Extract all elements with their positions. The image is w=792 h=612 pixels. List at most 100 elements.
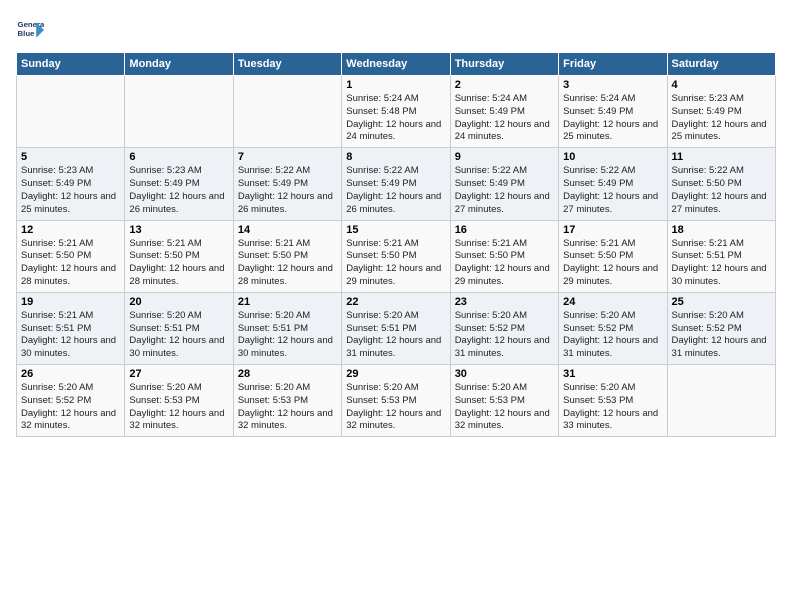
- day-info: Sunrise: 5:20 AM Sunset: 5:51 PM Dayligh…: [238, 310, 337, 361]
- day-number: 14: [238, 224, 337, 236]
- calendar-cell: [233, 76, 341, 148]
- calendar-cell: 5 Sunrise: 5:23 AM Sunset: 5:49 PM Daylig…: [17, 148, 125, 220]
- header-cell-tuesday: Tuesday: [233, 53, 341, 76]
- day-info: Sunrise: 5:21 AM Sunset: 5:51 PM Dayligh…: [21, 310, 120, 361]
- day-number: 13: [129, 224, 228, 236]
- day-info: Sunrise: 5:22 AM Sunset: 5:50 PM Dayligh…: [672, 165, 771, 216]
- day-number: 9: [455, 151, 554, 163]
- day-number: 17: [563, 224, 662, 236]
- day-info: Sunrise: 5:20 AM Sunset: 5:51 PM Dayligh…: [346, 310, 445, 361]
- day-info: Sunrise: 5:21 AM Sunset: 5:50 PM Dayligh…: [346, 238, 445, 289]
- calendar-cell: 15 Sunrise: 5:21 AM Sunset: 5:50 PM Dayli…: [342, 220, 450, 292]
- calendar-cell: 14 Sunrise: 5:21 AM Sunset: 5:50 PM Dayli…: [233, 220, 341, 292]
- day-info: Sunrise: 5:21 AM Sunset: 5:50 PM Dayligh…: [455, 238, 554, 289]
- day-number: 1: [346, 79, 445, 91]
- day-info: Sunrise: 5:21 AM Sunset: 5:50 PM Dayligh…: [129, 238, 228, 289]
- calendar-header-row: SundayMondayTuesdayWednesdayThursdayFrid…: [17, 53, 776, 76]
- calendar-week-row: 1 Sunrise: 5:24 AM Sunset: 5:48 PM Daylig…: [17, 76, 776, 148]
- day-info: Sunrise: 5:22 AM Sunset: 5:49 PM Dayligh…: [455, 165, 554, 216]
- calendar-week-row: 26Sunrise: 5:20 AM Sunset: 5:52 PM Dayli…: [17, 365, 776, 437]
- calendar-cell: 22 Sunrise: 5:20 AM Sunset: 5:51 PM Dayli…: [342, 292, 450, 364]
- day-number: 11: [672, 151, 771, 163]
- calendar-cell: 11 Sunrise: 5:22 AM Sunset: 5:50 PM Dayli…: [667, 148, 775, 220]
- day-info: Sunrise: 5:20 AM Sunset: 5:53 PM Dayligh…: [238, 382, 337, 433]
- calendar-cell: 7 Sunrise: 5:22 AM Sunset: 5:49 PM Daylig…: [233, 148, 341, 220]
- day-info: Sunrise: 5:22 AM Sunset: 5:49 PM Dayligh…: [563, 165, 662, 216]
- calendar-cell: 21 Sunrise: 5:20 AM Sunset: 5:51 PM Dayli…: [233, 292, 341, 364]
- calendar-week-row: 5 Sunrise: 5:23 AM Sunset: 5:49 PM Daylig…: [17, 148, 776, 220]
- calendar-cell: 29Sunrise: 5:20 AM Sunset: 5:53 PM Dayli…: [342, 365, 450, 437]
- day-number: 12: [21, 224, 120, 236]
- calendar-cell: 25 Sunrise: 5:20 AM Sunset: 5:52 PM Dayli…: [667, 292, 775, 364]
- calendar-week-row: 19 Sunrise: 5:21 AM Sunset: 5:51 PM Dayli…: [17, 292, 776, 364]
- header-cell-monday: Monday: [125, 53, 233, 76]
- day-number: 10: [563, 151, 662, 163]
- day-info: Sunrise: 5:20 AM Sunset: 5:53 PM Dayligh…: [129, 382, 228, 433]
- calendar-cell: 19 Sunrise: 5:21 AM Sunset: 5:51 PM Dayli…: [17, 292, 125, 364]
- calendar-cell: 31 Sunrise: 5:20 AM Sunset: 5:53 PM Dayli…: [559, 365, 667, 437]
- calendar-cell: 8 Sunrise: 5:22 AM Sunset: 5:49 PM Daylig…: [342, 148, 450, 220]
- logo-icon: General Blue: [16, 16, 44, 44]
- day-number: 23: [455, 296, 554, 308]
- day-info: Sunrise: 5:20 AM Sunset: 5:52 PM Dayligh…: [672, 310, 771, 361]
- day-info: Sunrise: 5:23 AM Sunset: 5:49 PM Dayligh…: [21, 165, 120, 216]
- calendar-cell: 6Sunrise: 5:23 AM Sunset: 5:49 PM Daylig…: [125, 148, 233, 220]
- calendar-cell: 26Sunrise: 5:20 AM Sunset: 5:52 PM Dayli…: [17, 365, 125, 437]
- day-info: Sunrise: 5:23 AM Sunset: 5:49 PM Dayligh…: [129, 165, 228, 216]
- calendar-cell: [125, 76, 233, 148]
- calendar-cell: 16 Sunrise: 5:21 AM Sunset: 5:50 PM Dayli…: [450, 220, 558, 292]
- calendar-cell: 28 Sunrise: 5:20 AM Sunset: 5:53 PM Dayli…: [233, 365, 341, 437]
- day-number: 22: [346, 296, 445, 308]
- day-info: Sunrise: 5:21 AM Sunset: 5:50 PM Dayligh…: [563, 238, 662, 289]
- day-number: 3: [563, 79, 662, 91]
- day-info: Sunrise: 5:24 AM Sunset: 5:49 PM Dayligh…: [455, 93, 554, 144]
- calendar-cell: 10 Sunrise: 5:22 AM Sunset: 5:49 PM Dayli…: [559, 148, 667, 220]
- calendar-cell: 18Sunrise: 5:21 AM Sunset: 5:51 PM Dayli…: [667, 220, 775, 292]
- day-number: 25: [672, 296, 771, 308]
- header-cell-friday: Friday: [559, 53, 667, 76]
- day-number: 19: [21, 296, 120, 308]
- day-number: 28: [238, 368, 337, 380]
- day-number: 31: [563, 368, 662, 380]
- day-number: 24: [563, 296, 662, 308]
- day-number: 21: [238, 296, 337, 308]
- page-header: General Blue: [16, 16, 776, 44]
- calendar-week-row: 12 Sunrise: 5:21 AM Sunset: 5:50 PM Dayli…: [17, 220, 776, 292]
- calendar-cell: 1 Sunrise: 5:24 AM Sunset: 5:48 PM Daylig…: [342, 76, 450, 148]
- day-info: Sunrise: 5:22 AM Sunset: 5:49 PM Dayligh…: [238, 165, 337, 216]
- day-number: 8: [346, 151, 445, 163]
- day-number: 30: [455, 368, 554, 380]
- day-info: Sunrise: 5:20 AM Sunset: 5:52 PM Dayligh…: [563, 310, 662, 361]
- day-info: Sunrise: 5:20 AM Sunset: 5:51 PM Dayligh…: [129, 310, 228, 361]
- header-cell-sunday: Sunday: [17, 53, 125, 76]
- day-number: 15: [346, 224, 445, 236]
- day-info: Sunrise: 5:21 AM Sunset: 5:50 PM Dayligh…: [21, 238, 120, 289]
- logo: General Blue: [16, 16, 48, 44]
- day-number: 18: [672, 224, 771, 236]
- day-info: Sunrise: 5:20 AM Sunset: 5:52 PM Dayligh…: [455, 310, 554, 361]
- day-number: 16: [455, 224, 554, 236]
- calendar-cell: [667, 365, 775, 437]
- day-info: Sunrise: 5:20 AM Sunset: 5:52 PM Dayligh…: [21, 382, 120, 433]
- calendar-cell: [17, 76, 125, 148]
- day-info: Sunrise: 5:24 AM Sunset: 5:48 PM Dayligh…: [346, 93, 445, 144]
- calendar-cell: 9 Sunrise: 5:22 AM Sunset: 5:49 PM Daylig…: [450, 148, 558, 220]
- day-number: 20: [129, 296, 228, 308]
- calendar-table: SundayMondayTuesdayWednesdayThursdayFrid…: [16, 52, 776, 437]
- day-number: 2: [455, 79, 554, 91]
- day-number: 7: [238, 151, 337, 163]
- calendar-cell: 4Sunrise: 5:23 AM Sunset: 5:49 PM Daylig…: [667, 76, 775, 148]
- day-info: Sunrise: 5:24 AM Sunset: 5:49 PM Dayligh…: [563, 93, 662, 144]
- calendar-cell: 2 Sunrise: 5:24 AM Sunset: 5:49 PM Daylig…: [450, 76, 558, 148]
- day-number: 5: [21, 151, 120, 163]
- calendar-cell: 13 Sunrise: 5:21 AM Sunset: 5:50 PM Dayli…: [125, 220, 233, 292]
- calendar-cell: 27 Sunrise: 5:20 AM Sunset: 5:53 PM Dayli…: [125, 365, 233, 437]
- calendar-cell: 20 Sunrise: 5:20 AM Sunset: 5:51 PM Dayli…: [125, 292, 233, 364]
- day-number: 27: [129, 368, 228, 380]
- day-info: Sunrise: 5:22 AM Sunset: 5:49 PM Dayligh…: [346, 165, 445, 216]
- calendar-cell: 3 Sunrise: 5:24 AM Sunset: 5:49 PM Daylig…: [559, 76, 667, 148]
- day-info: Sunrise: 5:21 AM Sunset: 5:50 PM Dayligh…: [238, 238, 337, 289]
- day-info: Sunrise: 5:20 AM Sunset: 5:53 PM Dayligh…: [563, 382, 662, 433]
- day-number: 4: [672, 79, 771, 91]
- calendar-cell: 12 Sunrise: 5:21 AM Sunset: 5:50 PM Dayli…: [17, 220, 125, 292]
